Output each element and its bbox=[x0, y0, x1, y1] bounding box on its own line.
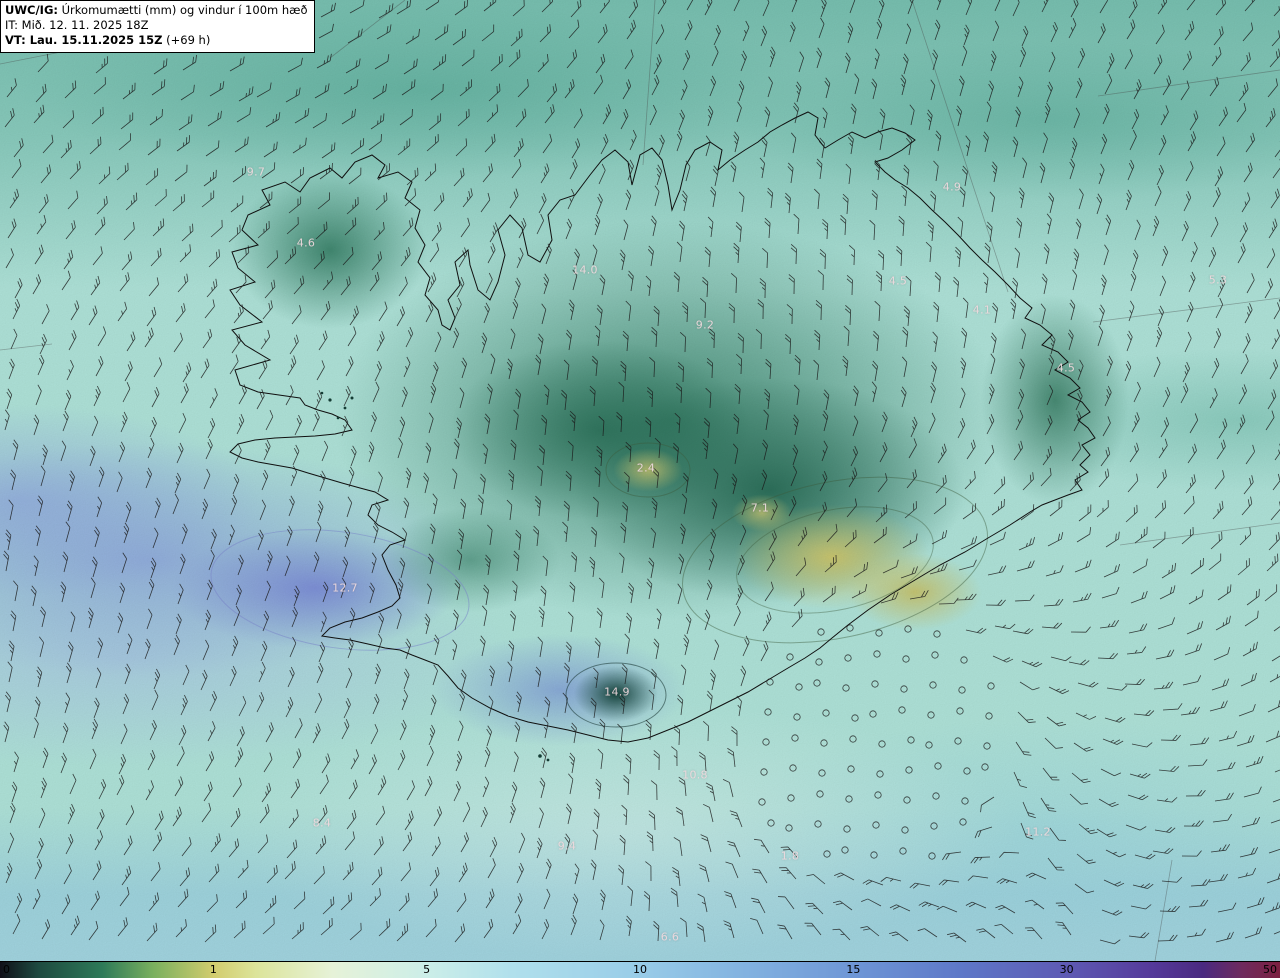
valid-time: VT: Lau. 15.11.2025 15Z (+69 h) bbox=[5, 33, 211, 48]
field-texture bbox=[0, 0, 1280, 961]
colorbar-tick-label: 50 bbox=[1263, 963, 1277, 976]
map-overlay bbox=[0, 0, 1280, 961]
colorbar-tick-label: 15 bbox=[846, 963, 861, 976]
colorbar-tick-label: 0 bbox=[3, 963, 10, 976]
init-time: IT: Mið. 12. 11. 2025 18Z bbox=[5, 18, 149, 33]
weather-chart-frame: 9.7 4.6 14.0 4.9 4.5 4.1 5.3 4.5 9.2 2.4 7.1 12.7 14… bbox=[0, 0, 1280, 978]
colorbar: 0 1 5 10 15 30 50 bbox=[0, 961, 1280, 978]
weather-map: 9.7 4.6 14.0 4.9 4.5 4.1 5.3 4.5 9.2 2.4 7.1 12.7 14… bbox=[0, 0, 1280, 961]
colorbar-tick-label: 10 bbox=[633, 963, 647, 976]
colorbar-tick-label: 30 bbox=[1059, 963, 1074, 976]
product-title: UWC/IG: Úrkomumætti (mm) og vindur í 100… bbox=[5, 3, 308, 17]
colorbar-tick-label: 1 bbox=[209, 963, 217, 976]
title-box: UWC/IG: Úrkomumætti (mm) og vindur í 100… bbox=[0, 0, 315, 53]
colorbar-ticks: 0 1 5 10 15 30 50 bbox=[0, 962, 1280, 978]
colorbar-tick-label: 5 bbox=[423, 963, 431, 976]
